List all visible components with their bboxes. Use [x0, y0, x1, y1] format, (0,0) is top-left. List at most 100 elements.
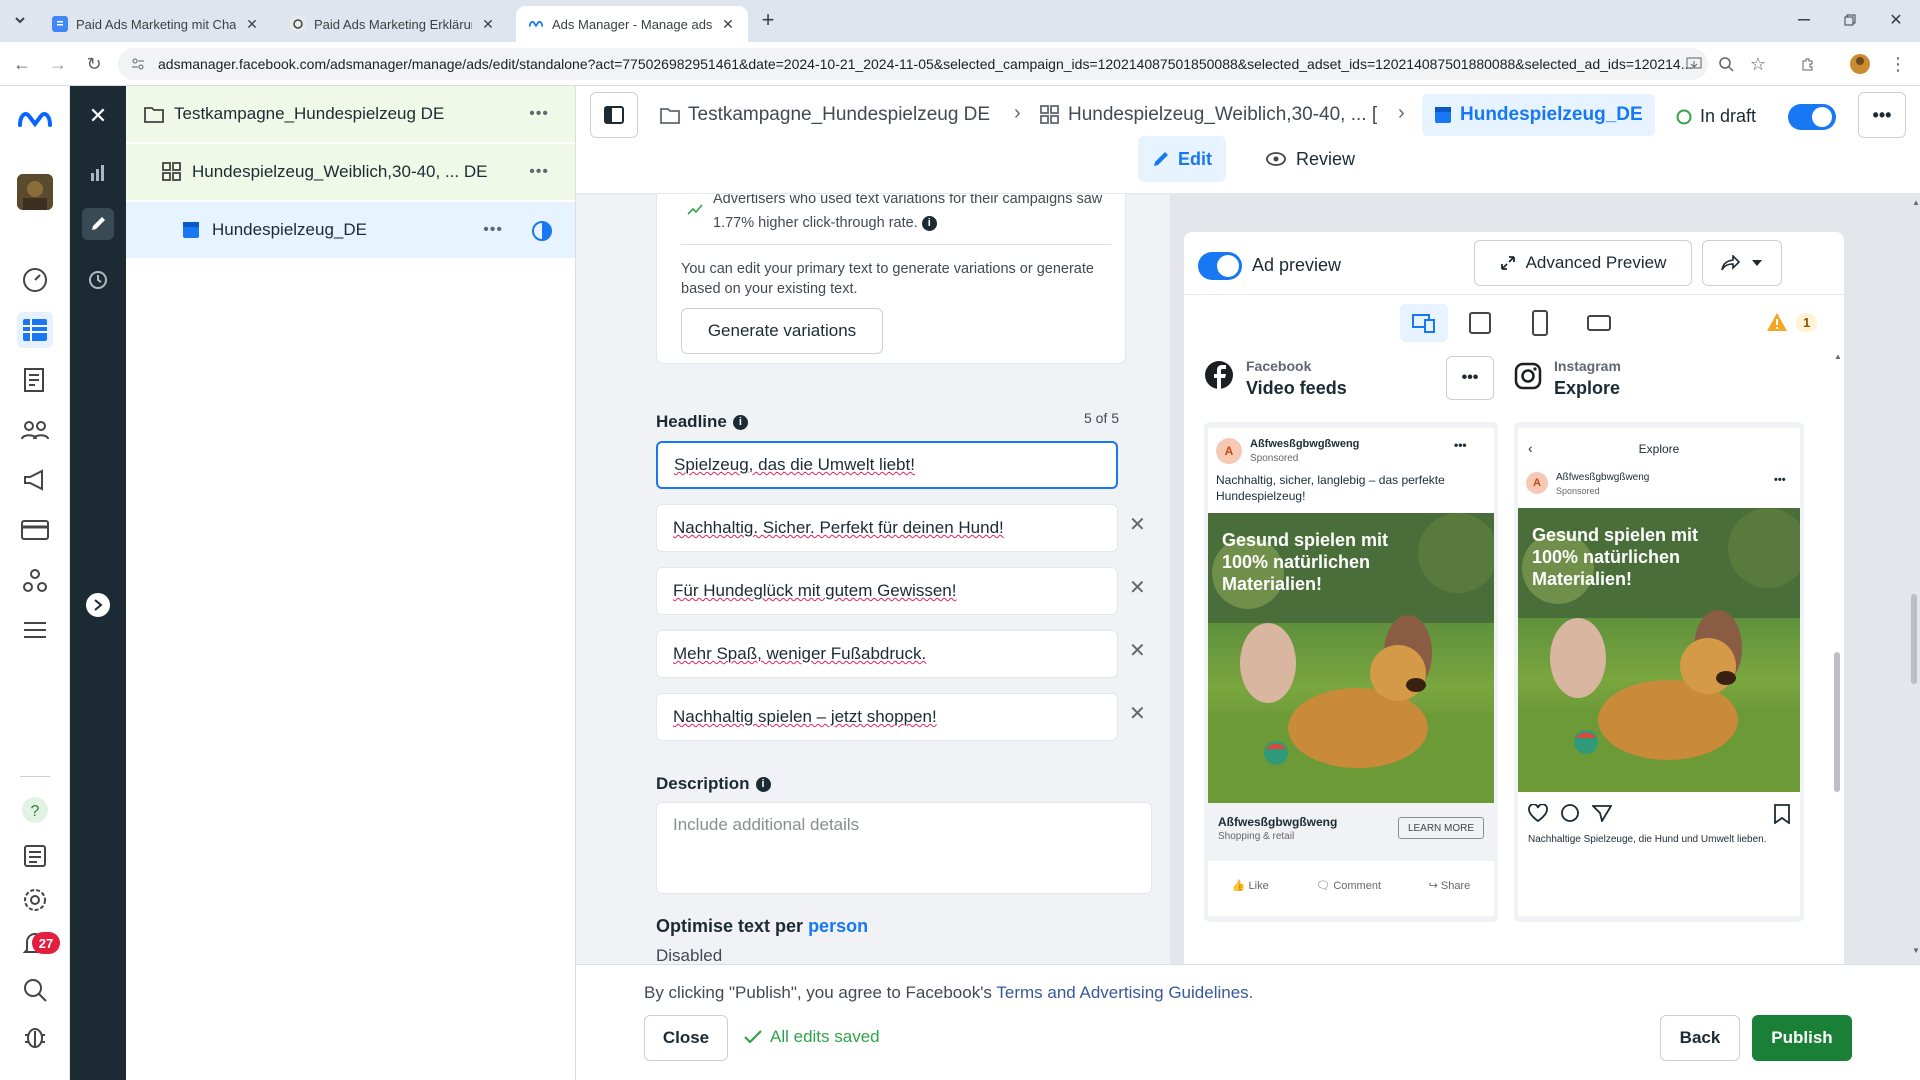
- share-action[interactable]: ↪ Share: [1429, 879, 1471, 892]
- description-textarea[interactable]: Include additional details: [656, 802, 1152, 894]
- tree-ad-row[interactable]: Hundespielzeug_DE •••: [126, 202, 575, 258]
- headline-input-2[interactable]: Nachhaltig. Sicher. Perfekt für deinen H…: [656, 504, 1118, 552]
- restore-icon[interactable]: [1838, 8, 1862, 32]
- edit-tab[interactable]: Edit: [1138, 136, 1226, 182]
- profile-avatar[interactable]: [1848, 52, 1872, 76]
- more-options-icon[interactable]: •••: [483, 221, 503, 239]
- info-icon[interactable]: i: [921, 215, 937, 231]
- headline-input-3[interactable]: Für Hundeglück mit gutem Gewissen!: [656, 567, 1118, 615]
- preview-scrollbar[interactable]: ▲: [1834, 352, 1842, 822]
- instagram-logo-icon: [1514, 362, 1542, 390]
- close-window-icon[interactable]: ✕: [1884, 8, 1908, 32]
- new-tab-icon[interactable]: +: [756, 7, 780, 32]
- tree-campaign-name: Testkampagne_Hundespielzeug DE: [174, 104, 445, 123]
- remove-headline-icon[interactable]: ✕: [1129, 701, 1146, 726]
- events-manager-icon[interactable]: [17, 562, 53, 598]
- bug-report-icon[interactable]: [17, 1018, 53, 1054]
- all-tools-menu-icon[interactable]: [17, 612, 53, 648]
- toggle-panel-button[interactable]: [590, 92, 638, 138]
- generate-variations-button[interactable]: Generate variations: [681, 308, 883, 354]
- extensions-icon[interactable]: [1796, 52, 1820, 76]
- advanced-preview-button[interactable]: Advanced Preview: [1474, 240, 1692, 286]
- megaphone-icon[interactable]: [17, 462, 53, 498]
- ads-manager-table-icon[interactable]: [17, 312, 53, 348]
- review-tab[interactable]: Review: [1256, 136, 1365, 182]
- adset-grid-icon: [1040, 105, 1059, 124]
- browser-tab-1[interactable]: Paid Ads Marketing mit ChatGP ✕: [40, 6, 272, 42]
- breadcrumb-campaign[interactable]: Testkampagne_Hundespielzeug DE: [660, 100, 990, 130]
- all-placements-icon[interactable]: [1400, 304, 1448, 342]
- remove-headline-icon[interactable]: ✕: [1129, 638, 1146, 663]
- zoom-icon[interactable]: [1714, 52, 1738, 76]
- url-bar[interactable]: adsmanager.facebook.com/adsmanager/manag…: [118, 48, 1708, 80]
- help-icon[interactable]: ?: [17, 792, 53, 828]
- reports-icon[interactable]: [17, 838, 53, 874]
- account-avatar[interactable]: [17, 174, 53, 210]
- feed-square-icon[interactable]: [1469, 312, 1491, 334]
- install-icon[interactable]: [1682, 52, 1706, 76]
- back-button[interactable]: Back: [1660, 1015, 1740, 1061]
- description-placeholder: Include additional details: [673, 815, 860, 834]
- headline-input-1[interactable]: Spielzeug, das die Umwelt liebt!: [656, 441, 1118, 489]
- site-settings-icon[interactable]: [130, 56, 146, 72]
- browser-tab-2[interactable]: Paid Ads Marketing Erklärung ✕: [278, 6, 508, 42]
- landscape-icon[interactable]: [1587, 315, 1611, 331]
- close-tab-icon[interactable]: ✕: [720, 16, 736, 33]
- tab-search-icon[interactable]: [8, 8, 32, 32]
- breadcrumb-ad[interactable]: Hundespielzeug_DE: [1422, 94, 1655, 136]
- close-tab-icon[interactable]: ✕: [244, 16, 260, 33]
- remove-headline-icon[interactable]: ✕: [1129, 512, 1146, 537]
- browser-menu-icon[interactable]: ⋮: [1886, 52, 1910, 76]
- dashboard-gauge-icon[interactable]: [17, 262, 53, 298]
- warnings-indicator[interactable]: 1: [1766, 312, 1818, 332]
- settings-gear-icon[interactable]: [17, 882, 53, 918]
- story-vertical-icon[interactable]: [1532, 310, 1548, 336]
- comment-action[interactable]: 🗨 Comment: [1316, 879, 1381, 892]
- minimize-icon[interactable]: [1792, 8, 1816, 32]
- meta-logo-icon[interactable]: [17, 102, 53, 138]
- close-button[interactable]: Close: [644, 1015, 728, 1061]
- expand-chevron-icon[interactable]: [86, 593, 110, 617]
- page-scrollbar[interactable]: ▲ ▼: [1908, 194, 1920, 964]
- learn-more-button[interactable]: LEARN MORE: [1398, 817, 1484, 839]
- post-more-icon[interactable]: •••: [1454, 438, 1467, 452]
- search-icon[interactable]: [17, 972, 53, 1008]
- fb-placement-options-button[interactable]: •••: [1446, 356, 1494, 400]
- edit-pencil-icon[interactable]: [82, 208, 114, 240]
- forward-arrow-icon[interactable]: →: [46, 52, 70, 76]
- ad-preview-toggle[interactable]: [1198, 252, 1242, 280]
- remove-headline-icon[interactable]: ✕: [1129, 575, 1146, 600]
- more-options-icon[interactable]: •••: [529, 105, 549, 123]
- browser-tab-3[interactable]: Ads Manager - Manage ads - A ✕: [516, 6, 748, 42]
- tree-campaign-row[interactable]: Testkampagne_Hundespielzeug DE •••: [126, 86, 575, 142]
- terms-text: By clicking "Publish", you agree to Face…: [644, 983, 1253, 1003]
- share-preview-button[interactable]: [1702, 240, 1782, 286]
- breadcrumb-adset[interactable]: Hundespielzeug_Weiblich,30-40, ... [: [1040, 100, 1377, 130]
- pages-icon[interactable]: [17, 362, 53, 398]
- insights-chart-icon[interactable]: [82, 156, 114, 188]
- terms-link[interactable]: Terms and Advertising Guidelines.: [996, 983, 1253, 1002]
- close-editor-icon[interactable]: ✕: [82, 100, 114, 132]
- info-icon[interactable]: i: [732, 414, 748, 430]
- back-arrow-icon[interactable]: ←: [10, 52, 34, 76]
- facebook-logo-icon: [1204, 360, 1234, 390]
- billing-card-icon[interactable]: [17, 512, 53, 548]
- info-icon[interactable]: i: [755, 776, 771, 792]
- audiences-icon[interactable]: [17, 412, 53, 448]
- optimise-person-link[interactable]: person: [808, 916, 868, 936]
- ad-on-off-toggle[interactable]: [1788, 104, 1836, 130]
- post-more-icon[interactable]: •••: [1774, 474, 1786, 486]
- history-clock-icon[interactable]: [82, 264, 114, 296]
- headline-input-4[interactable]: Mehr Spaß, weniger Fußabdruck.: [656, 630, 1118, 678]
- ig-ad-image: Gesund spielen mit 100% natürlichen Mate…: [1518, 508, 1800, 792]
- more-options-icon[interactable]: •••: [529, 163, 549, 181]
- close-tab-icon[interactable]: ✕: [480, 16, 496, 33]
- bookmark-star-icon[interactable]: ☆: [1746, 52, 1770, 76]
- publish-button[interactable]: Publish: [1752, 1015, 1852, 1061]
- tree-adset-row[interactable]: Hundespielzeug_Weiblich,30-40, ... DE ••…: [126, 144, 575, 200]
- save-bookmark-icon[interactable]: [1774, 804, 1790, 824]
- headline-input-5[interactable]: Nachhaltig spielen – jetzt shoppen!: [656, 693, 1118, 741]
- reload-icon[interactable]: ↻: [82, 52, 106, 76]
- more-actions-button[interactable]: •••: [1858, 92, 1906, 138]
- like-action[interactable]: 👍 Like: [1232, 879, 1269, 892]
